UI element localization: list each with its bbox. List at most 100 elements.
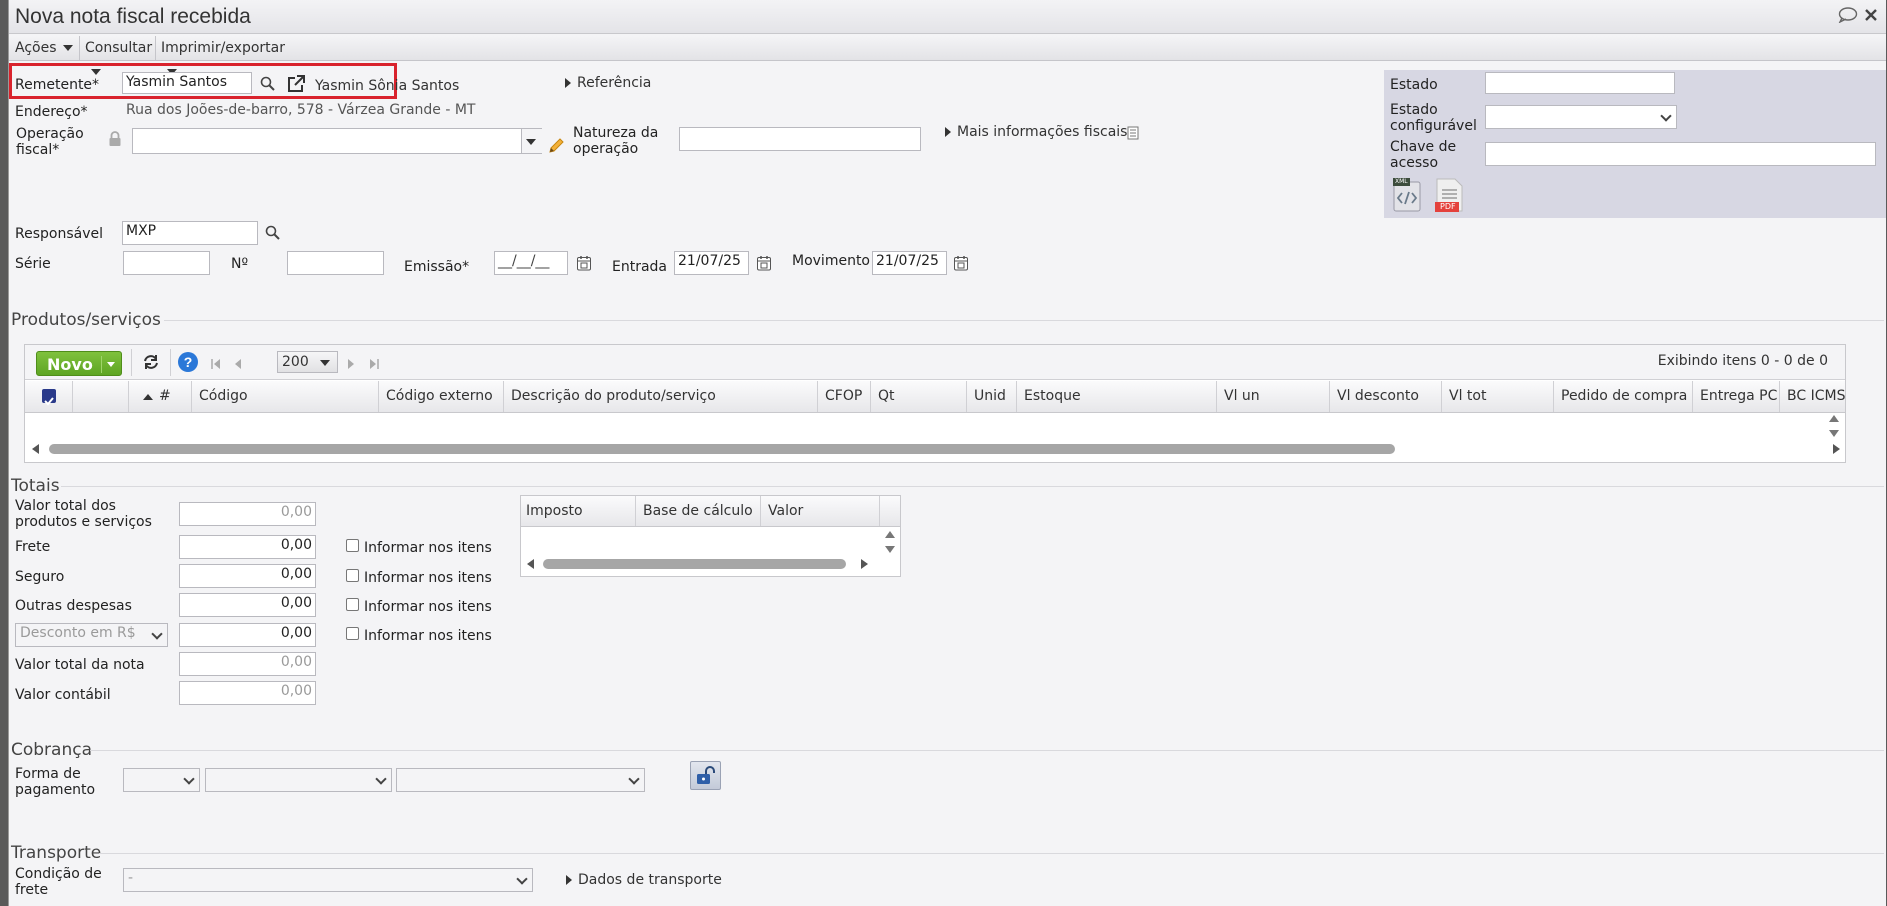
column-vl-desconto[interactable]: Vl desconto (1330, 381, 1442, 412)
scroll-up-arrow[interactable] (885, 531, 895, 538)
window-title: Nova nota fiscal recebida (15, 5, 251, 28)
seguro-informar-checkbox[interactable] (346, 569, 359, 582)
endereco-label: Endereço* (15, 104, 88, 120)
lock-icon (108, 131, 122, 151)
dropdown-button[interactable] (521, 129, 542, 153)
desconto-type-select[interactable]: Desconto em R$ (15, 623, 168, 647)
menu-acoes[interactable]: Ações (9, 36, 80, 60)
column-bc-icms[interactable]: BC ICMS (1780, 381, 1845, 412)
chave-acesso-label: Chave de acesso (1390, 139, 1457, 171)
column-descricao[interactable]: Descrição do produto/serviço (504, 381, 818, 412)
mais-informacoes-toggle[interactable]: Mais informações fiscais (945, 124, 1127, 140)
scroll-up-arrow[interactable] (1829, 415, 1839, 422)
pdf-file-icon[interactable]: PDF (1435, 178, 1463, 216)
estado-input[interactable] (1485, 72, 1675, 94)
column-codigo-externo[interactable]: Código externo (379, 381, 504, 412)
scroll-right-arrow[interactable] (861, 559, 868, 569)
column-entrega-pc[interactable]: Entrega PC (1693, 381, 1780, 412)
help-icon[interactable]: ? (177, 351, 199, 377)
serie-input[interactable] (123, 251, 210, 275)
responsavel-input[interactable]: MXP (122, 221, 258, 245)
forma-pagamento-select-1[interactable] (123, 768, 200, 792)
section-divider (164, 320, 1884, 321)
column-valor[interactable]: Valor (761, 496, 880, 526)
outras-despesas-informar-checkbox[interactable] (346, 598, 359, 611)
calendar-icon[interactable] (756, 255, 772, 275)
remetente-name: Yasmin Sônia Santos (315, 78, 460, 94)
xml-file-icon[interactable]: XML (1393, 178, 1421, 216)
caret-down-icon (62, 45, 73, 51)
select-all-checkbox[interactable] (42, 389, 56, 406)
scroll-down-arrow[interactable] (885, 546, 895, 553)
chave-acesso-input[interactable] (1485, 142, 1876, 166)
page-size-select[interactable]: 200 (277, 351, 338, 373)
next-page-icon[interactable] (347, 357, 355, 373)
totais-section-title: Totais (11, 476, 60, 496)
forma-pagamento-select-3[interactable] (396, 768, 645, 792)
novo-button[interactable]: Novo (36, 351, 122, 376)
sort-asc-icon (143, 394, 153, 400)
calendar-icon[interactable] (576, 255, 592, 275)
dados-transporte-toggle[interactable]: Dados de transporte (566, 872, 722, 888)
column-cfop[interactable]: CFOP (818, 381, 871, 412)
grid-header: # Código Código externo Descrição do pro… (25, 381, 1845, 413)
scroll-down-arrow[interactable] (1829, 430, 1839, 437)
grid-toolbar: Novo ? 200 Exibindo itens 0 - 0 de 0 (25, 345, 1845, 380)
column-base-calculo[interactable]: Base de cálculo (636, 496, 761, 526)
last-page-icon[interactable] (369, 357, 379, 373)
entrada-date-input[interactable]: 21/07/25 (674, 251, 749, 275)
seguro-input[interactable]: 0,00 (179, 564, 316, 588)
unlock-button[interactable] (690, 761, 721, 790)
horizontal-scrollbar[interactable] (49, 444, 1395, 454)
column-vl-tot[interactable]: Vl tot (1442, 381, 1554, 412)
title-bar: Nova nota fiscal recebida (9, 0, 1886, 34)
column-pedido-compra[interactable]: Pedido de compra (1554, 381, 1693, 412)
operacao-fiscal-select[interactable] (132, 128, 542, 154)
frete-informar-checkbox[interactable] (346, 539, 359, 552)
scroll-right-arrow[interactable] (1833, 444, 1840, 454)
desconto-informar-checkbox[interactable] (346, 627, 359, 640)
document-icon[interactable] (1127, 126, 1139, 144)
scroll-left-arrow[interactable] (527, 559, 534, 569)
valor-total-produtos-label: Valor total dos produtos e serviços (15, 498, 152, 530)
edit-pencil-icon[interactable] (547, 137, 565, 159)
first-page-icon[interactable] (211, 357, 221, 373)
prev-page-icon[interactable] (234, 357, 242, 373)
search-icon[interactable] (260, 76, 276, 96)
close-icon[interactable] (1864, 8, 1878, 26)
menu-consultar[interactable]: Consultar (79, 36, 156, 75)
display-info: Exibindo itens 0 - 0 de 0 (1657, 353, 1828, 369)
column-unid[interactable]: Unid (967, 381, 1017, 412)
numero-input[interactable] (287, 251, 384, 275)
column-number[interactable]: # (129, 381, 192, 412)
natureza-label: Natureza da operação (573, 125, 659, 157)
menu-imprimir-exportar[interactable]: Imprimir/exportar (155, 36, 285, 75)
movimento-date-input[interactable]: 21/07/25 (872, 251, 947, 275)
natureza-input[interactable] (679, 127, 921, 151)
outras-despesas-input[interactable]: 0,00 (179, 593, 316, 617)
search-icon[interactable] (265, 225, 281, 245)
scroll-left-arrow[interactable] (32, 444, 39, 454)
desconto-informar-label: Informar nos itens (364, 628, 492, 644)
emissao-date-input[interactable]: __/__/__ (494, 251, 568, 275)
forma-pagamento-select-2[interactable] (205, 768, 392, 792)
estado-configuravel-select[interactable] (1485, 105, 1677, 129)
column-imposto[interactable]: Imposto (521, 496, 636, 526)
remetente-input[interactable]: Yasmin Santos (122, 72, 252, 94)
column-estoque[interactable]: Estoque (1017, 381, 1217, 412)
responsavel-label: Responsável (15, 226, 103, 242)
frete-input[interactable]: 0,00 (179, 535, 316, 559)
column-codigo[interactable]: Código (192, 381, 379, 412)
forma-pagamento-label: Forma de pagamento (15, 766, 96, 798)
referencia-toggle[interactable]: Referência (565, 75, 651, 91)
column-vl-un[interactable]: Vl un (1217, 381, 1330, 412)
refresh-icon[interactable] (141, 353, 161, 375)
external-link-icon[interactable] (286, 74, 306, 98)
column-qt[interactable]: Qt (871, 381, 967, 412)
horizontal-scrollbar[interactable] (543, 559, 846, 569)
valor-contabil-label: Valor contábil (15, 687, 111, 703)
desconto-input[interactable]: 0,00 (179, 623, 316, 647)
calendar-icon[interactable] (953, 255, 969, 275)
chat-icon[interactable] (1838, 7, 1858, 27)
condicao-frete-select[interactable]: - (123, 868, 533, 892)
